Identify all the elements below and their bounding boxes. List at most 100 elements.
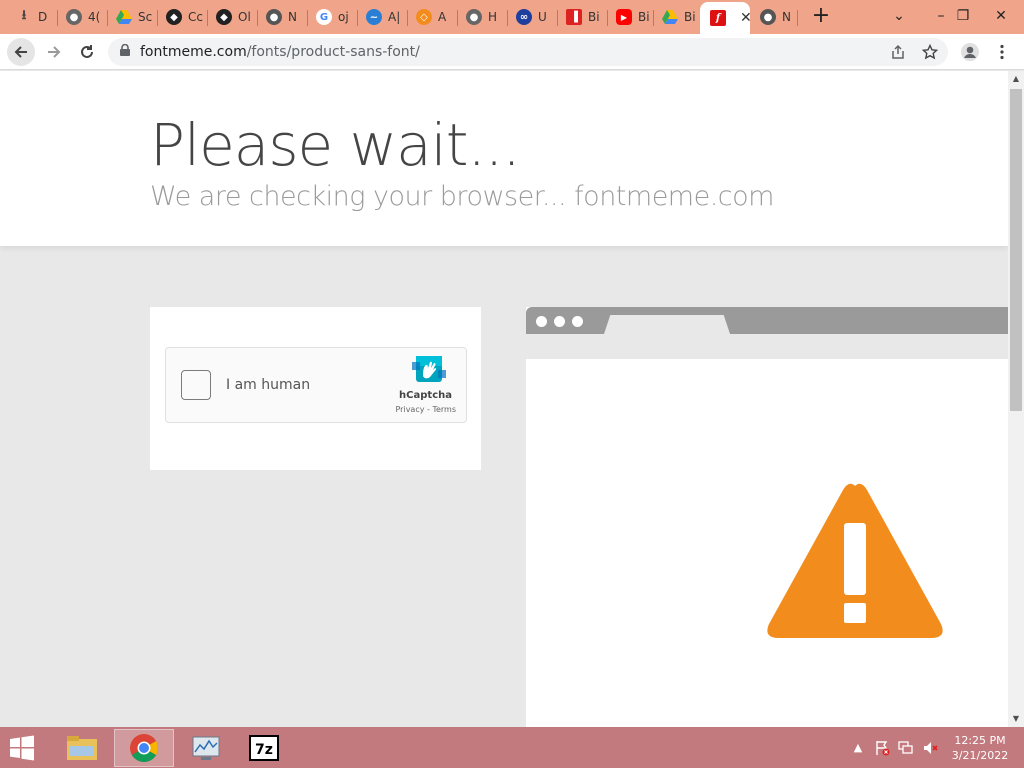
tab-16[interactable]: ● N <box>752 4 798 30</box>
action-center-flag-icon[interactable] <box>874 740 890 756</box>
human-checkbox[interactable] <box>181 370 211 400</box>
globe-icon: ● <box>466 9 482 25</box>
illustration-dot <box>536 316 547 327</box>
scroll-down-icon[interactable]: ▼ <box>1008 711 1024 727</box>
tab-label: D <box>38 10 48 24</box>
tab-strip: ⭳ D ● 4( Sc ◆ Cc ◆ Ol ● N G oj ~ A| ◇ A … <box>0 0 1024 34</box>
diamond-icon: ◇ <box>416 9 432 25</box>
taskbar-file-explorer[interactable] <box>52 729 112 767</box>
network-icon[interactable] <box>898 740 914 756</box>
share-icon[interactable] <box>884 38 912 66</box>
start-button[interactable] <box>6 733 46 763</box>
tab-5[interactable]: ◆ Ol <box>208 4 258 30</box>
back-button[interactable] <box>7 38 35 66</box>
tab-2[interactable]: ● 4( <box>58 4 108 30</box>
tab-label: 4( <box>88 10 101 24</box>
tab-1[interactable]: ⭳ D <box>8 4 58 30</box>
tab-label: N <box>288 10 297 24</box>
tab-label: Cc <box>188 10 203 24</box>
tab-8[interactable]: ~ A| <box>358 4 408 30</box>
tab-14[interactable]: Bi <box>654 4 700 30</box>
resource-monitor-icon <box>192 736 220 760</box>
tab-label: Bi <box>638 10 650 24</box>
hcaptcha-logo-icon <box>412 356 446 382</box>
volume-muted-icon[interactable] <box>922 740 938 756</box>
fontmeme-icon: f <box>710 10 726 26</box>
tab-label: oj <box>338 10 349 24</box>
illustration-dot <box>554 316 565 327</box>
tab-label: H <box>488 10 498 24</box>
google-drive-icon <box>116 9 132 25</box>
page-subtitle: We are checking your browser... fontmeme… <box>150 181 774 212</box>
hcaptcha-widget: I am human hCaptcha Privacy - Terms <box>165 347 467 423</box>
taskbar-resource-monitor[interactable] <box>176 729 236 767</box>
reload-button[interactable] <box>73 38 101 66</box>
scroll-up-icon[interactable]: ▲ <box>1008 71 1024 87</box>
tab-7[interactable]: G oj <box>308 4 358 30</box>
github-icon: ◆ <box>216 9 232 25</box>
youtube-icon: ▶ <box>616 9 632 25</box>
chrome-icon: ● <box>760 9 776 25</box>
page-title: Please wait... <box>150 111 521 179</box>
tab-label: N <box>782 10 791 24</box>
close-window-button[interactable]: ✕ <box>984 0 1018 34</box>
restore-button[interactable]: ❐ <box>946 0 980 34</box>
taskbar-chrome[interactable] <box>114 729 174 767</box>
tab-search-chevron-icon[interactable]: ⌄ <box>882 0 916 34</box>
github-icon: ◆ <box>166 9 182 25</box>
tab-11[interactable]: ∞ U <box>508 4 558 30</box>
tab-fontmeme-active[interactable]: f ✕ <box>700 2 750 34</box>
windows-taskbar: 7z ▲ 12:25 PM 3/21/2022 <box>0 727 1024 768</box>
arrow-left-icon <box>14 46 27 58</box>
vertical-scrollbar[interactable]: ▲ ▼ <box>1008 71 1024 727</box>
clock-time: 12:25 PM <box>954 734 1006 747</box>
profile-avatar-icon[interactable] <box>956 38 984 66</box>
header-band: Please wait... We are checking your brow… <box>0 71 1008 246</box>
windows-logo-icon <box>10 735 34 761</box>
download-icon: ⭳ <box>21 8 27 23</box>
lock-icon <box>120 43 130 60</box>
tab-label: Sc <box>138 10 153 24</box>
globe-icon: ● <box>66 9 82 25</box>
new-tab-button[interactable]: + <box>808 4 834 30</box>
url-path: /fonts/product-sans-font/ <box>246 44 420 60</box>
scrollbar-thumb[interactable] <box>1010 89 1022 411</box>
human-checkbox-label: I am human <box>226 377 311 393</box>
menu-kebab-icon[interactable] <box>988 38 1016 66</box>
warning-triangle-icon <box>767 483 943 638</box>
tab-10[interactable]: ● H <box>458 4 508 30</box>
bookmark-star-icon[interactable] <box>916 38 944 66</box>
privacy-terms-links[interactable]: Privacy - Terms <box>396 405 457 414</box>
system-clock[interactable]: 12:25 PM 3/21/2022 <box>945 733 1015 763</box>
tab-label: A <box>438 10 447 24</box>
tab-label: U <box>538 10 547 24</box>
google-icon: G <box>316 9 332 25</box>
captcha-card: I am human hCaptcha Privacy - Terms <box>150 307 481 470</box>
address-bar[interactable]: fontmeme.com/fonts/product-sans-font/ <box>108 38 948 66</box>
reload-icon <box>81 45 93 58</box>
illustration-tab <box>604 315 730 334</box>
tab-3[interactable]: Sc <box>108 4 158 30</box>
tab-label: Bi <box>684 10 696 24</box>
chrome-icon: ● <box>266 9 282 25</box>
hcaptcha-brand: hCaptcha <box>399 390 452 401</box>
tray-expand-icon[interactable]: ▲ <box>850 740 866 756</box>
file-explorer-icon <box>67 736 97 760</box>
close-tab-icon[interactable]: ✕ <box>740 10 750 26</box>
illustration-dot <box>572 316 583 327</box>
forward-button[interactable] <box>40 38 68 66</box>
browser-toolbar: fontmeme.com/fonts/product-sans-font/ <box>0 34 1024 70</box>
taskbar-7zip[interactable]: 7z <box>234 729 294 767</box>
clock-date: 3/21/2022 <box>951 749 1009 762</box>
url-host: fontmeme.com <box>140 44 247 60</box>
tab-label: Ol <box>238 10 251 24</box>
tab-6[interactable]: ● N <box>258 4 308 30</box>
tab-label: Bi <box>588 10 600 24</box>
arrow-right-icon <box>48 46 61 58</box>
app-icon: ~ <box>366 9 382 25</box>
tab-13[interactable]: ▶ Bi <box>608 4 654 30</box>
tab-9[interactable]: ◇ A <box>408 4 458 30</box>
tab-12[interactable]: ▐ Bi <box>558 4 608 30</box>
chrome-icon <box>130 734 158 762</box>
tab-4[interactable]: ◆ Cc <box>158 4 208 30</box>
